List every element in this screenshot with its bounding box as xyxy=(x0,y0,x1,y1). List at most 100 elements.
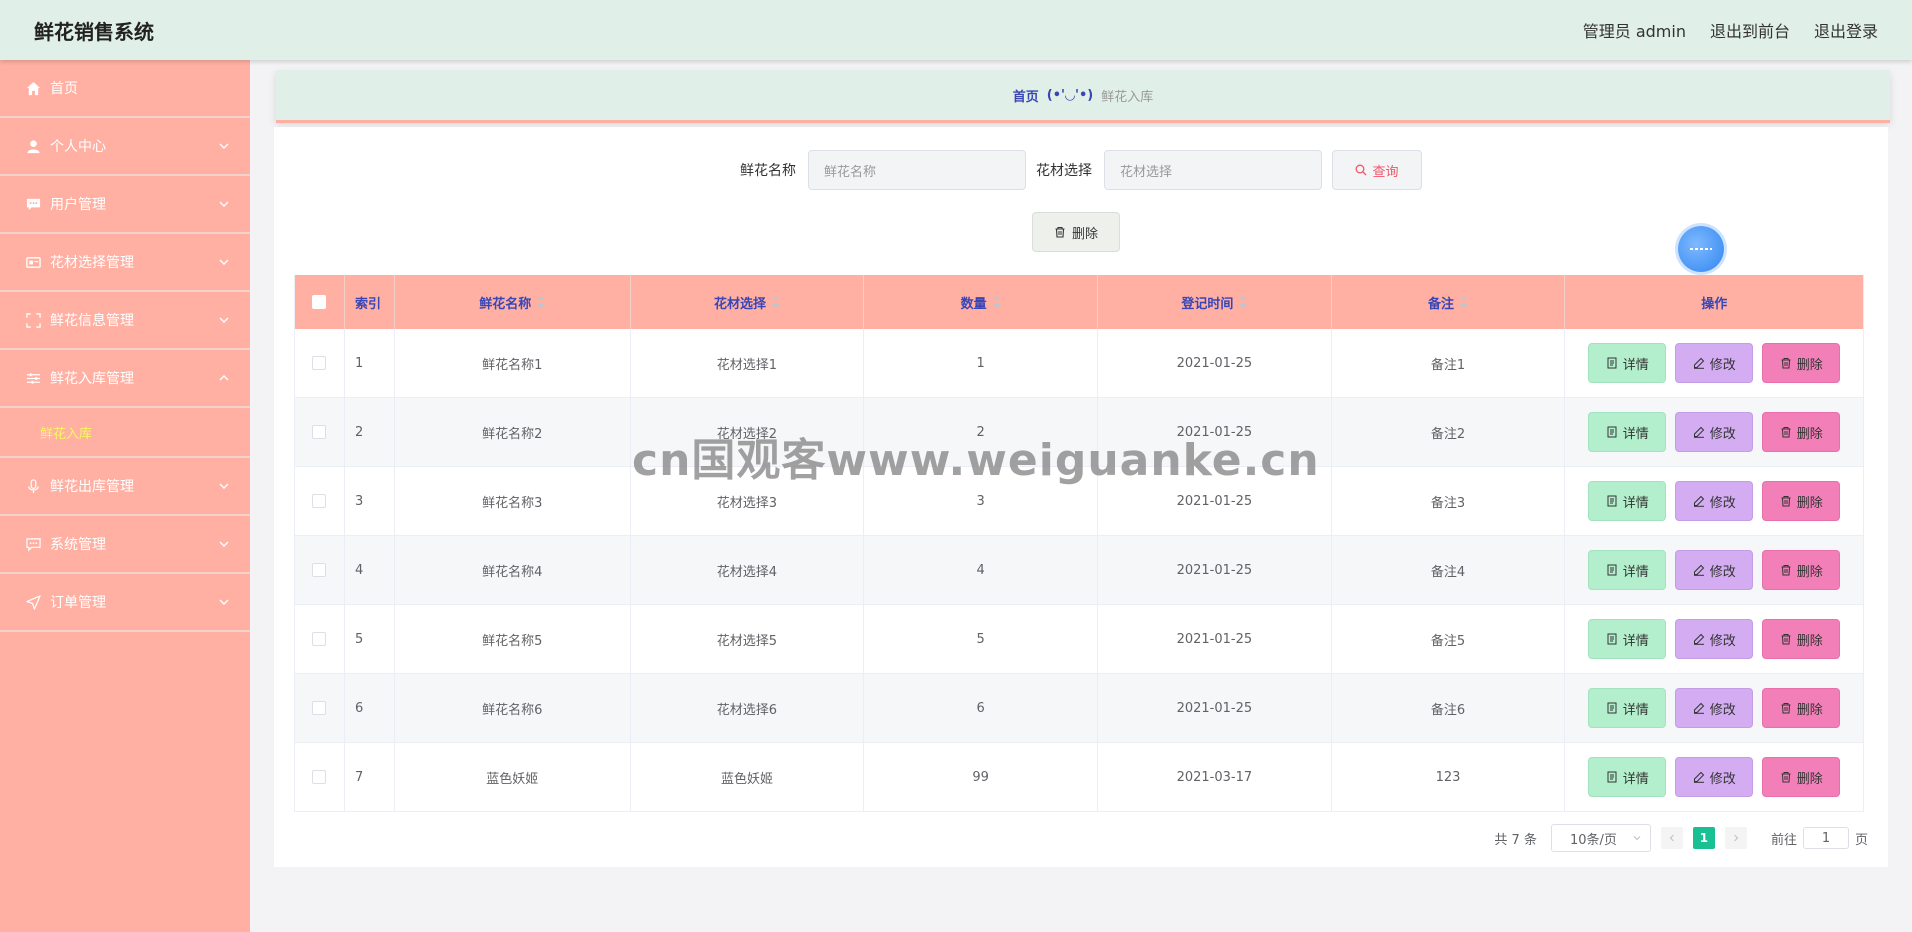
next-page-button[interactable] xyxy=(1724,827,1747,849)
page-number-current[interactable]: 1 xyxy=(1692,827,1715,849)
row-checkbox[interactable] xyxy=(312,563,327,577)
detail-button-label: 详情 xyxy=(1622,771,1649,787)
edit-icon xyxy=(1693,495,1704,507)
sidebar-item-flower-info-management[interactable]: 鲜花信息管理 xyxy=(0,292,250,350)
table-row[interactable]: 5 鲜花名称5 花材选择5 5 2021-01-25 备注5 详情 修改 删除 xyxy=(295,605,1863,674)
row-checkbox[interactable] xyxy=(312,494,327,508)
edit-button[interactable]: 修改 xyxy=(1675,619,1754,659)
sort-icon[interactable] xyxy=(771,296,780,308)
delete-button[interactable]: 删除 xyxy=(1762,412,1841,452)
table-row[interactable]: 3 鲜花名称3 花材选择3 3 2021-01-25 备注3 详情 修改 删除 xyxy=(295,467,1863,536)
material-input[interactable]: 花材选择 xyxy=(1104,150,1322,190)
delete-button[interactable]: 删除 xyxy=(1762,343,1841,383)
sort-icon[interactable] xyxy=(537,296,546,308)
sort-icon[interactable] xyxy=(1239,296,1248,308)
sidebar-subitem-stock-in[interactable]: 鲜花入库 xyxy=(0,408,250,458)
edit-button-label: 修改 xyxy=(1709,771,1736,787)
batch-delete-button[interactable]: 删除 xyxy=(1032,212,1120,252)
sidebar-item-personal-center[interactable]: 个人中心 xyxy=(0,118,250,176)
edit-button[interactable]: 修改 xyxy=(1675,757,1754,797)
cell-date: 2021-01-25 xyxy=(1098,674,1332,742)
delete-button[interactable]: 删除 xyxy=(1762,757,1841,797)
sidebar-item-material-management[interactable]: 花材选择管理 xyxy=(0,234,250,292)
cell-index: 6 xyxy=(345,674,395,742)
logout-link[interactable]: 退出登录 xyxy=(1814,18,1878,42)
table-header: 索引 鲜花名称 花材选择 数量 登记时间 备注 操作 xyxy=(295,275,1863,329)
column-header-material[interactable]: 花材选择 xyxy=(631,275,865,329)
row-checkbox[interactable] xyxy=(312,770,327,784)
sidebar-item-stock-out-management[interactable]: 鲜花出库管理 xyxy=(0,458,250,516)
row-checkbox[interactable] xyxy=(312,425,327,439)
edit-button[interactable]: 修改 xyxy=(1675,481,1754,521)
sidebar-item-label: 鲜花出库管理 xyxy=(50,479,134,495)
row-checkbox[interactable] xyxy=(312,701,327,715)
detail-button[interactable]: 详情 xyxy=(1588,619,1667,659)
sidebar-item-label: 花材选择管理 xyxy=(50,255,134,271)
sidebar-item-label: 系统管理 xyxy=(50,537,106,553)
detail-button[interactable]: 详情 xyxy=(1588,412,1667,452)
table-row[interactable]: 1 鲜花名称1 花材选择1 1 2021-01-25 备注1 详情 修改 删除 xyxy=(295,329,1863,398)
cell-date: 2021-01-25 xyxy=(1098,398,1332,466)
sidebar-item-order-management[interactable]: 订单管理 xyxy=(0,574,250,632)
row-checkbox[interactable] xyxy=(312,632,327,646)
trash-icon xyxy=(1781,703,1791,714)
edit-button[interactable]: 修改 xyxy=(1675,343,1754,383)
exit-to-front-link[interactable]: 退出到前台 xyxy=(1710,18,1790,42)
row-select-cell xyxy=(295,398,345,466)
cell-index: 1 xyxy=(345,329,395,397)
column-header-name[interactable]: 鲜花名称 xyxy=(395,275,631,329)
edit-button[interactable]: 修改 xyxy=(1675,412,1754,452)
cell-material: 花材选择6 xyxy=(631,674,865,742)
sidebar-item-label: 鲜花入库管理 xyxy=(50,371,134,387)
table-row[interactable]: 4 鲜花名称4 花材选择4 4 2021-01-25 备注4 详情 修改 删除 xyxy=(295,536,1863,605)
detail-button[interactable]: 详情 xyxy=(1588,757,1667,797)
chevron-down-icon xyxy=(219,143,229,149)
page-size-select[interactable]: 10条/页 xyxy=(1550,824,1651,852)
edit-button[interactable]: 修改 xyxy=(1675,550,1754,590)
breadcrumb-home[interactable]: 首页 xyxy=(1013,86,1039,105)
delete-button[interactable]: 删除 xyxy=(1762,688,1841,728)
goto-suffix: 页 xyxy=(1854,832,1868,848)
goto-page-input[interactable]: 1 xyxy=(1802,827,1849,849)
cell-flower-name: 鲜花名称1 xyxy=(395,329,631,397)
delete-button[interactable]: 删除 xyxy=(1762,619,1841,659)
detail-button[interactable]: 详情 xyxy=(1588,481,1667,521)
sidebar-item-label: 订单管理 xyxy=(50,595,106,611)
sort-icon[interactable] xyxy=(1460,296,1469,308)
cell-material: 花材选择2 xyxy=(631,398,865,466)
sort-icon[interactable] xyxy=(992,296,1001,308)
prev-page-button[interactable] xyxy=(1660,827,1683,849)
flower-name-input[interactable]: 鲜花名称 xyxy=(808,150,1026,190)
row-checkbox[interactable] xyxy=(312,356,327,370)
sidebar-item-system-management[interactable]: 系统管理 xyxy=(0,516,250,574)
cell-actions: 详情 修改 删除 xyxy=(1565,743,1863,811)
delete-button[interactable]: 删除 xyxy=(1762,481,1841,521)
top-header: 鲜花销售系统 管理员 admin 退出到前台 退出登录 xyxy=(0,0,1912,60)
query-button[interactable]: 查询 xyxy=(1332,150,1422,190)
delete-button[interactable]: 删除 xyxy=(1762,550,1841,590)
cell-quantity: 1 xyxy=(864,329,1098,397)
detail-button[interactable]: 详情 xyxy=(1588,550,1667,590)
column-header-date[interactable]: 登记时间 xyxy=(1098,275,1332,329)
floating-assistant-button[interactable] xyxy=(1678,226,1724,272)
edit-button[interactable]: 修改 xyxy=(1675,688,1754,728)
cell-material: 花材选择1 xyxy=(631,329,865,397)
cell-note: 备注4 xyxy=(1332,536,1566,604)
column-header-note[interactable]: 备注 xyxy=(1332,275,1566,329)
table-row[interactable]: 7 蓝色妖姬 蓝色妖姬 99 2021-03-17 123 详情 修改 删除 xyxy=(295,743,1863,812)
table-row[interactable]: 6 鲜花名称6 花材选择6 6 2021-01-25 备注6 详情 修改 删除 xyxy=(295,674,1863,743)
cell-actions: 详情 修改 删除 xyxy=(1565,398,1863,466)
document-icon xyxy=(1607,564,1617,576)
cell-index: 3 xyxy=(345,467,395,535)
edit-icon xyxy=(1693,357,1704,369)
column-header-quantity[interactable]: 数量 xyxy=(864,275,1098,329)
table-row[interactable]: 2 鲜花名称2 花材选择2 2 2021-01-25 备注2 详情 修改 删除 xyxy=(295,398,1863,467)
cell-flower-name: 鲜花名称3 xyxy=(395,467,631,535)
select-all-cell xyxy=(295,275,345,329)
sidebar-item-user-management[interactable]: 用户管理 xyxy=(0,176,250,234)
sidebar-item-home[interactable]: 首页 xyxy=(0,60,250,118)
sidebar-item-stock-in-management[interactable]: 鲜花入库管理 xyxy=(0,350,250,408)
select-all-checkbox[interactable] xyxy=(312,295,327,309)
detail-button[interactable]: 详情 xyxy=(1588,688,1667,728)
detail-button[interactable]: 详情 xyxy=(1588,343,1667,383)
